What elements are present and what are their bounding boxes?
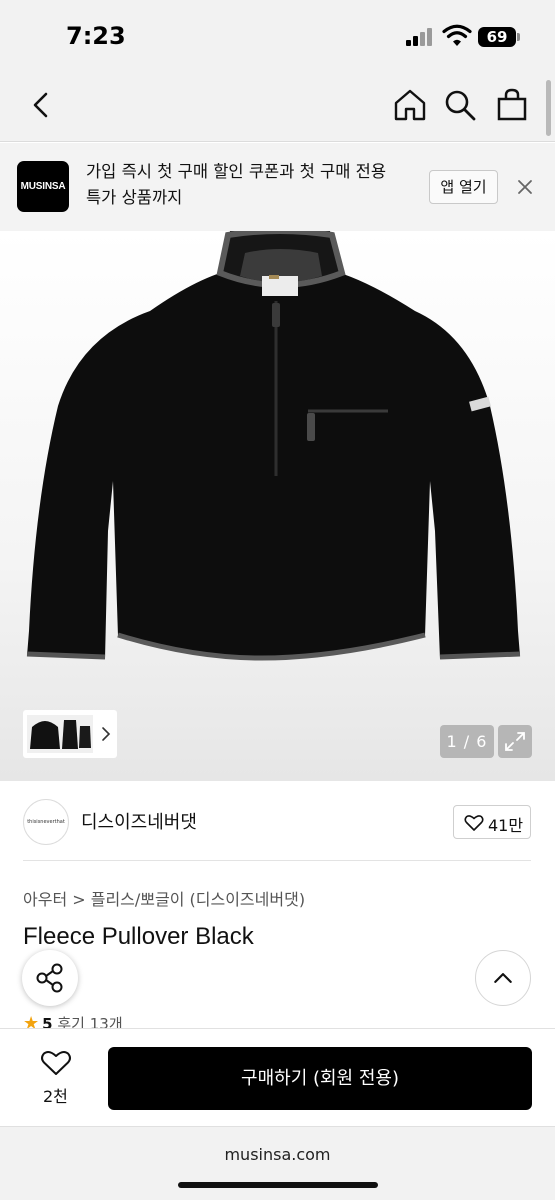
cellular-signal-icon	[406, 28, 434, 46]
star-icon: ★	[23, 1013, 40, 1029]
musinsa-logo: MUSINSA	[17, 161, 69, 212]
home-indicator[interactable]	[178, 1182, 378, 1188]
status-bar: 7:23 69	[0, 0, 555, 72]
close-icon[interactable]	[514, 176, 536, 198]
thumbnail-strip[interactable]	[23, 710, 117, 758]
buy-button[interactable]: 구매하기 (회원 전용)	[108, 1047, 532, 1110]
review-count[interactable]: 후기 13개	[57, 1015, 122, 1029]
thumbnail-images[interactable]	[27, 715, 93, 753]
chevron-right-icon[interactable]	[99, 725, 113, 743]
divider	[23, 860, 531, 861]
page-indicator: 1 / 6	[440, 725, 494, 758]
back-icon[interactable]	[22, 86, 60, 124]
url-text[interactable]: musinsa.com	[0, 1145, 555, 1164]
app-banner[interactable]: MUSINSA 가입 즉시 첫 구매 할인 쿠폰과 첫 구매 전용 특가 상품까…	[0, 143, 555, 231]
product-title: Fleece Pullover Black	[23, 923, 254, 950]
rating-summary[interactable]: ★ 5 후기 13개	[23, 1013, 123, 1029]
brand-logo[interactable]: thisisneverthat	[23, 799, 69, 845]
brand-like-count: 41만	[488, 816, 524, 835]
battery-nub	[517, 33, 520, 41]
brand-name[interactable]: 디스이즈네버댓	[81, 808, 197, 834]
expand-icon[interactable]	[498, 725, 532, 758]
banner-line-2: 특가 상품까지	[86, 188, 183, 207]
product-image-gallery[interactable]: 1 / 6	[0, 231, 555, 781]
scroll-to-top-button[interactable]	[475, 950, 531, 1006]
bag-icon[interactable]	[493, 86, 531, 124]
nav-bar	[0, 72, 555, 142]
purchase-bar: 2천 구매하기 (회원 전용)	[0, 1028, 555, 1126]
share-button[interactable]	[22, 950, 78, 1006]
status-time: 7:23	[66, 22, 126, 50]
home-icon[interactable]	[391, 86, 429, 124]
breadcrumb[interactable]: 아우터 > 플리스/뽀글이 (디스이즈네버댓)	[23, 886, 305, 910]
brand-row[interactable]: thisisneverthat 디스이즈네버댓 41만	[0, 781, 555, 861]
wifi-icon	[442, 24, 472, 46]
open-app-button[interactable]: 앱 열기	[429, 170, 498, 204]
battery-indicator: 69	[478, 27, 516, 47]
rating-score: 5	[42, 1015, 53, 1029]
scrollbar[interactable]	[546, 80, 551, 136]
banner-message: 가입 즉시 첫 구매 할인 쿠폰과 첫 구매 전용 특가 상품까지	[86, 159, 416, 211]
product-photo-fleece-pullover	[26, 231, 521, 661]
browser-address-bar[interactable]: musinsa.com	[0, 1126, 555, 1200]
wish-count: 2천	[43, 1087, 68, 1106]
heart-icon	[464, 815, 484, 831]
brand-like-button[interactable]: 41만	[453, 805, 531, 839]
banner-line-1: 가입 즉시 첫 구매 할인 쿠폰과 첫 구매 전용	[86, 162, 387, 181]
heart-icon[interactable]	[40, 1049, 72, 1077]
search-icon[interactable]	[441, 86, 479, 124]
